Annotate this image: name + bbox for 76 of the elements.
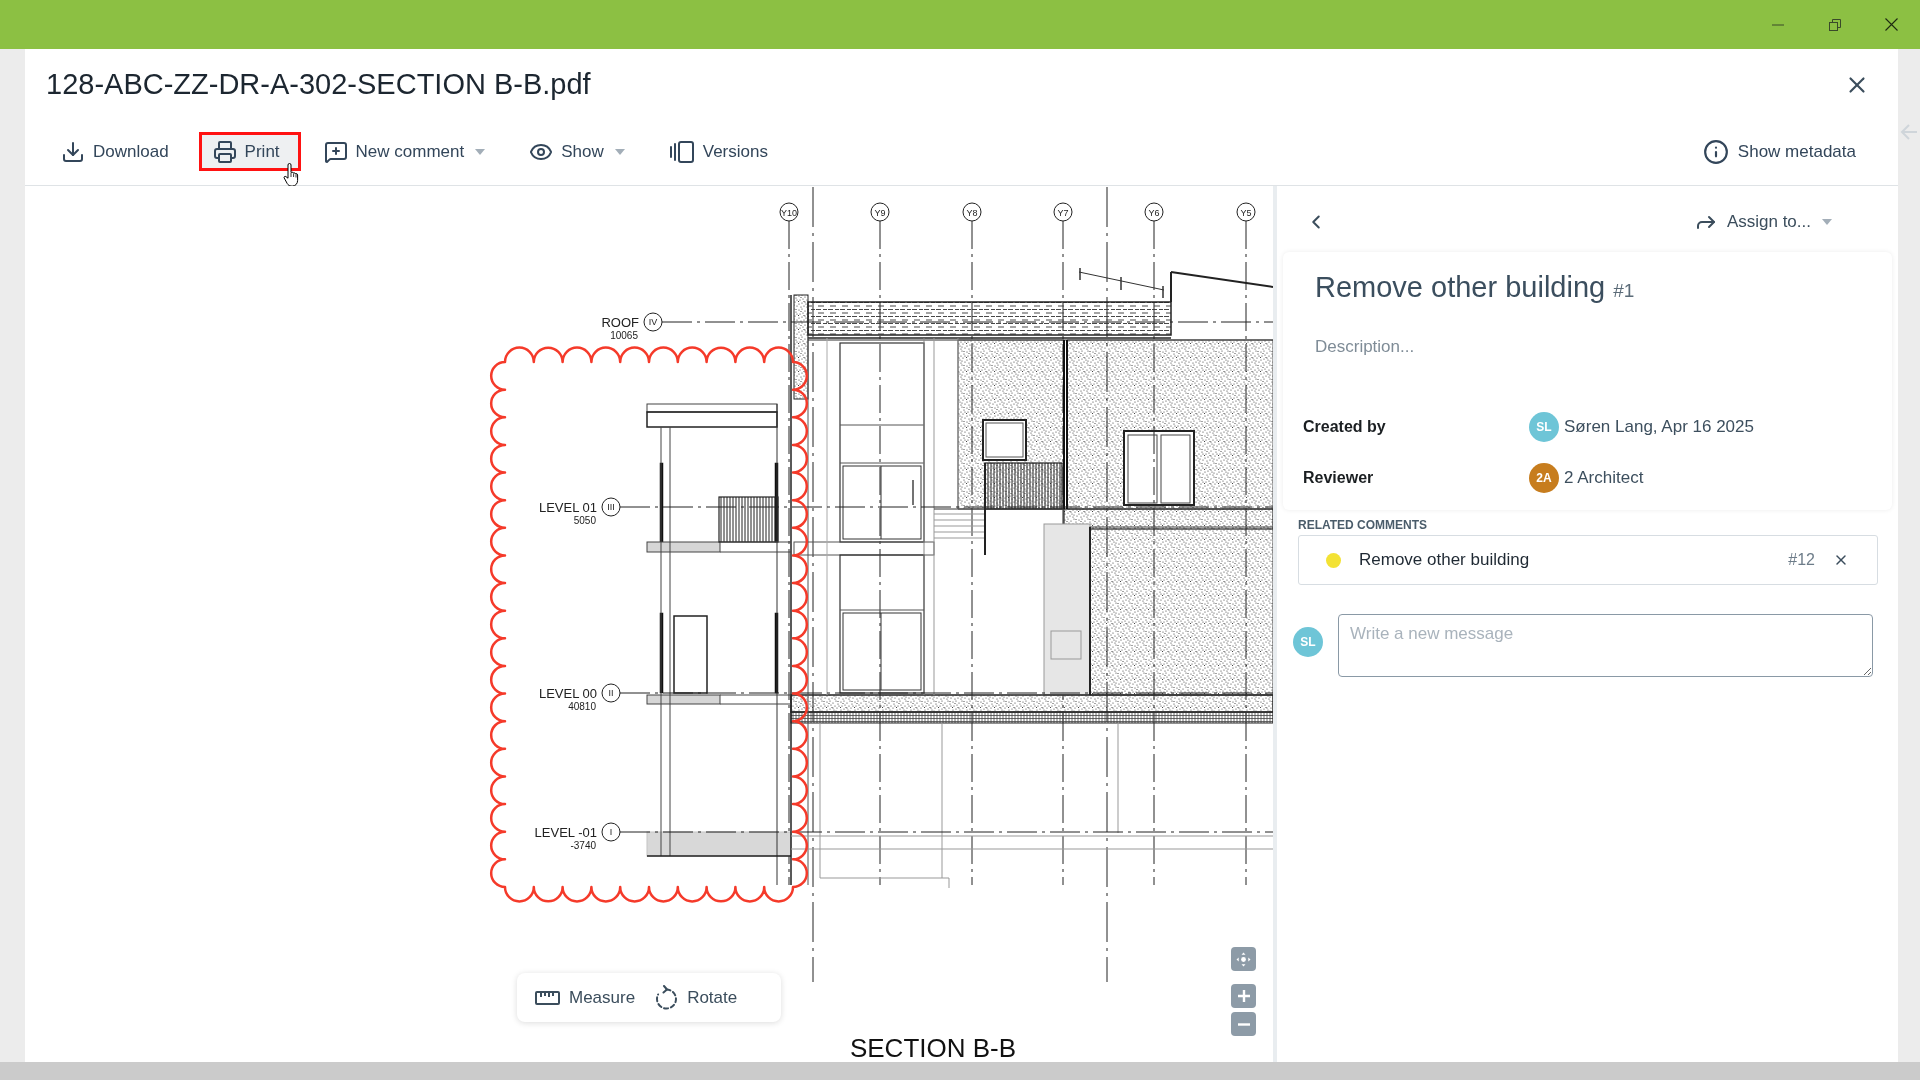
level-label: LEVEL 01: [538, 500, 597, 515]
level-numeral: II: [608, 688, 614, 699]
window-pane: [1127, 434, 1158, 504]
user-avatar: 2A: [1529, 463, 1559, 493]
plus-icon: [1237, 990, 1250, 1002]
toolbar-button[interactable]: Print: [198, 132, 301, 171]
grid-bubble: [870, 202, 890, 222]
close-icon: [1885, 18, 1898, 31]
caret-icon: [614, 148, 625, 155]
arrow-left-icon: [1900, 123, 1918, 141]
level-elevation: 5050: [573, 515, 596, 526]
grid-label: Y6: [1148, 207, 1160, 218]
wall-panel: [1050, 630, 1082, 660]
pan-button[interactable]: [1231, 947, 1256, 971]
drawing-title: SECTION B-B: [849, 1033, 1017, 1062]
related-comments-heading: RELATED COMMENTS: [1298, 518, 1428, 532]
field-label: Created by: [1303, 417, 1387, 437]
comment-title: Remove other building: [1315, 270, 1606, 305]
related-comment-item[interactable]: Remove other building #12: [1298, 535, 1878, 585]
field-value: 2 Architect: [1564, 467, 1644, 490]
level-bubble: [601, 497, 621, 517]
level-elevation: 10065: [610, 330, 638, 341]
parapet-line: [1170, 271, 1172, 303]
tool-button[interactable]: Measure: [535, 984, 636, 1011]
field-label: Reviewer: [1303, 468, 1375, 488]
download-icon: [61, 139, 85, 164]
toolbar-button[interactable]: Download: [47, 132, 190, 171]
field-value: Søren Lang, Apr 16 2025: [1564, 416, 1754, 439]
toolbar-button[interactable]: New comment: [309, 132, 507, 171]
grid-label: Y5: [1240, 207, 1252, 218]
level-elevation: -3740: [570, 840, 596, 851]
toolbar-button[interactable]: Versions: [654, 132, 789, 171]
level-elevation: 40810: [568, 701, 596, 712]
remove-button[interactable]: [1833, 552, 1849, 568]
printer-icon: [212, 139, 237, 164]
description-field[interactable]: Description...: [1315, 333, 1421, 361]
grid-label: Y9: [874, 207, 886, 218]
level-bubble: [601, 683, 621, 703]
comment-number: #1: [1613, 280, 1635, 302]
message-field[interactable]: Write a new message: [1338, 614, 1873, 677]
toolbar-button[interactable]: Show: [515, 132, 646, 171]
level-label: ROOF: [601, 315, 639, 330]
window-pane: [1160, 434, 1191, 504]
user-avatar: SL: [1293, 627, 1323, 657]
ruler-icon: [535, 990, 560, 1005]
show-metadata-button[interactable]: Show metadata: [1690, 132, 1868, 171]
move-icon: [1236, 951, 1251, 967]
related-comment-number: #12: [1788, 550, 1815, 570]
minimize-icon: [1771, 23, 1784, 26]
minus-icon: [1237, 1022, 1250, 1026]
related-comment-title: Remove other building: [1359, 549, 1530, 572]
dialog-title: 128-ABC-ZZ-DR-A-302-SECTION B-B.pdf: [46, 67, 591, 103]
zoom-in-button[interactable]: [1231, 984, 1256, 1008]
grid-bubble: [779, 202, 799, 222]
level-bubble: [643, 312, 663, 332]
grid-label: Y8: [966, 207, 978, 218]
level-numeral: III: [607, 502, 615, 513]
level-numeral: IV: [648, 317, 658, 328]
comment-plus-icon: [323, 139, 348, 164]
caret-icon: [475, 148, 486, 155]
info-icon: [1702, 138, 1729, 165]
level-numeral: I: [609, 827, 613, 838]
door-handle: [912, 479, 914, 506]
level-label: LEVEL -01: [534, 825, 597, 840]
grid-label: Y10: [781, 207, 797, 218]
tool-button[interactable]: Rotate: [655, 984, 738, 1011]
level-bubble: [601, 822, 621, 842]
pages-stack-icon: [668, 139, 695, 164]
zoom-out-button[interactable]: [1231, 1012, 1256, 1036]
restore-icon: [1828, 18, 1841, 31]
assign-button[interactable]: Assign to...: [1693, 209, 1832, 235]
rotate-icon: [655, 985, 679, 1010]
caret-icon: [1822, 219, 1832, 225]
grid-label: Y7: [1057, 207, 1069, 218]
level-label: LEVEL 00: [538, 686, 597, 701]
user-avatar: SL: [1529, 412, 1559, 442]
